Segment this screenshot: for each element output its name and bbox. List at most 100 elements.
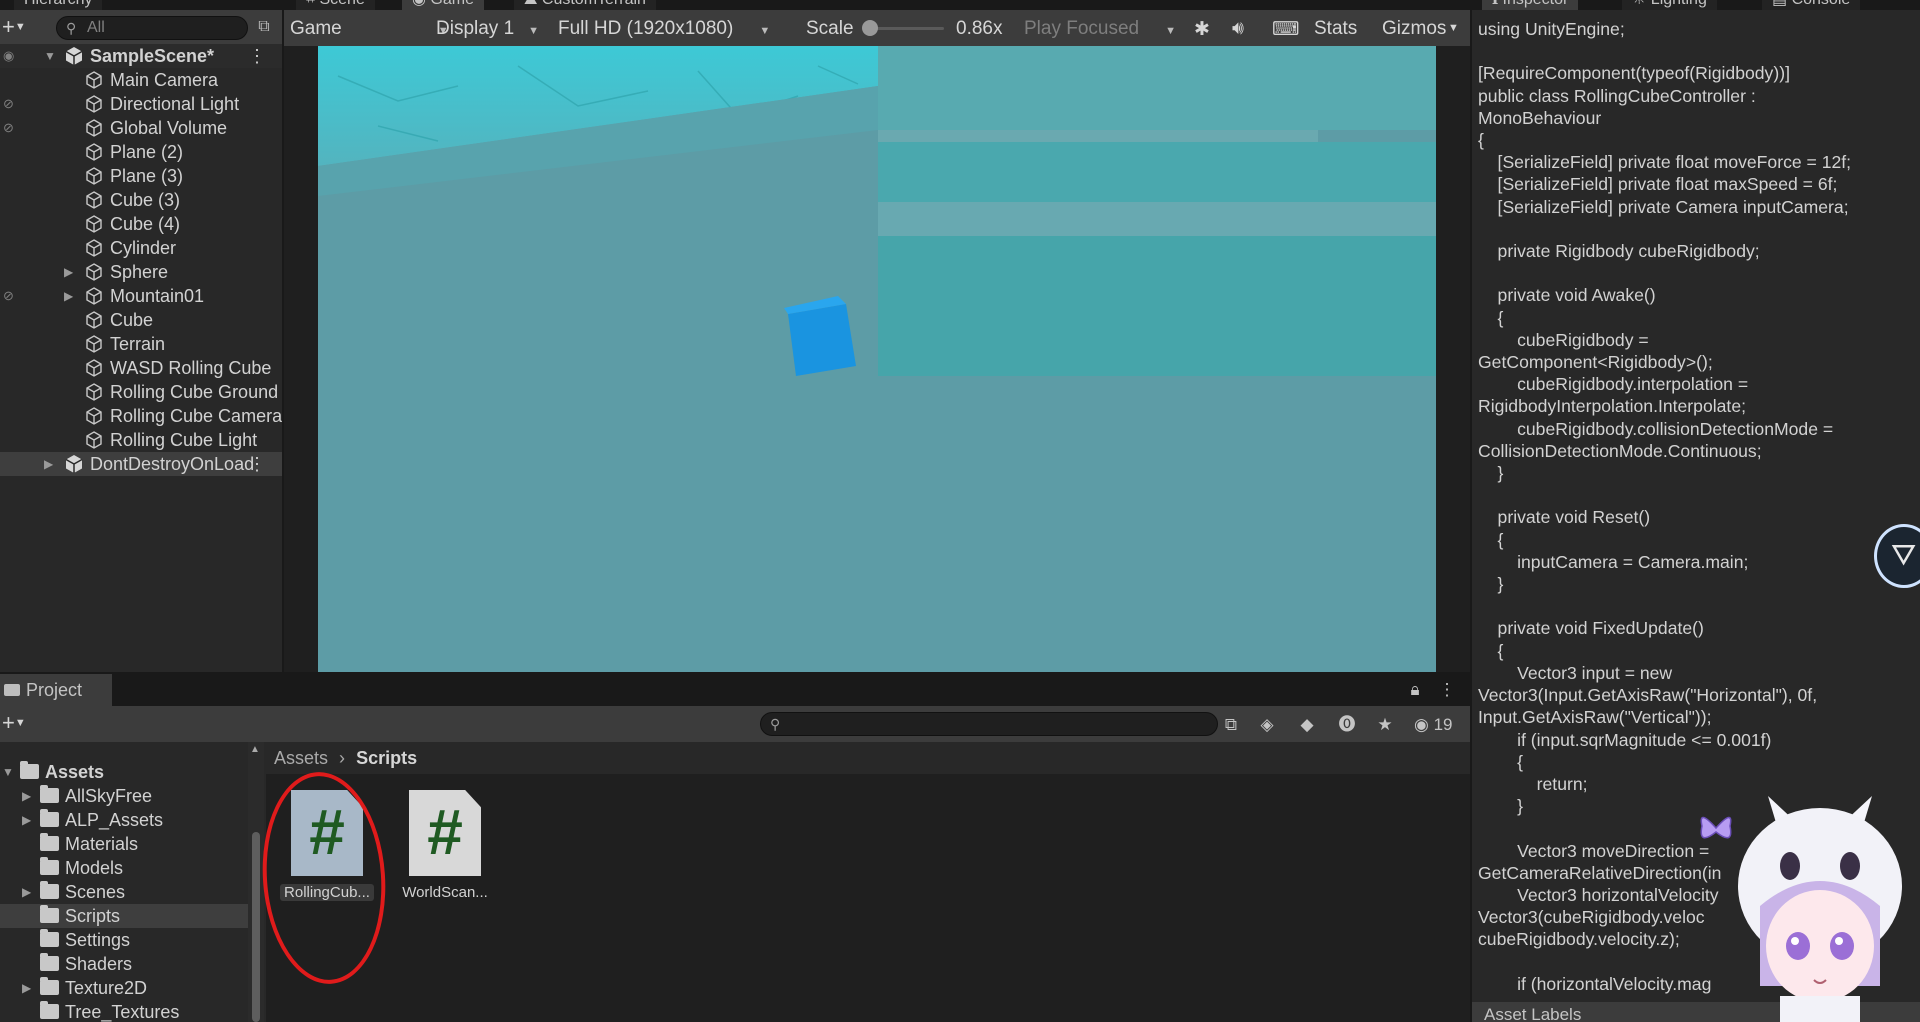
lock-icon[interactable]: 🔒︎ [1404,679,1426,701]
butterfly-decoration [1700,816,1732,839]
tab-scene[interactable]: ⌗ Scene [296,0,375,10]
breadcrumb-scripts[interactable]: Scripts [356,748,417,768]
expand-arrow-icon[interactable]: ▶ [64,260,73,284]
panel-menu-icon[interactable]: ⋮ [1436,679,1458,701]
filter-by-type-icon[interactable]: ◈ [1256,714,1278,736]
folder-icon [40,833,59,851]
hierarchy-search-input[interactable]: ⚲ All [56,16,248,40]
hidden-packages-count[interactable]: ◉ 19 [1414,714,1464,736]
tab-customterrain[interactable]: ⛰ CustomTerrain [514,0,656,10]
dontdestroy-scene-row[interactable]: ▶ DontDestroyOnLoad ⋮ [0,452,282,476]
hierarchy-item[interactable]: Rolling Cube Ground [0,380,282,404]
folder-item[interactable]: Materials [0,832,248,856]
create-asset-button[interactable]: +▼ [2,712,38,734]
folder-item[interactable]: ▶ ALP_Assets [0,808,248,832]
project-asset-grid: Assets › Scripts # RollingCub... # World… [266,742,1470,1022]
expand-arrow-icon[interactable]: ▶ [22,808,31,832]
favorites-star-icon[interactable]: ★ [1374,714,1396,736]
project-search-input[interactable]: ⚲ [760,712,1218,736]
tab-inspector[interactable]: ℹ Inspector [1482,0,1579,10]
tab-lighting[interactable]: ☀ Lighting [1622,0,1717,10]
scene-row[interactable]: ◉ ▼ SampleScene* ⋮ [0,44,282,68]
visibility-icon[interactable]: ◉ [3,44,14,68]
hidden-eye-icon[interactable]: ⊘ [3,116,14,140]
scroll-up-arrow-icon[interactable]: ▲ [250,744,260,755]
mute-audio-icon[interactable]: 🔊︎ [1232,18,1244,40]
keyboard-icon[interactable]: ⌨ [1272,18,1299,41]
hierarchy-item[interactable]: Cube (3) [0,188,282,212]
display-dropdown[interactable]: Display 1 ▼ [436,18,539,40]
gameobject-icon [86,359,102,377]
hierarchy-item[interactable]: ⊘ Global Volume [0,116,282,140]
stats-button[interactable]: Stats [1314,18,1357,40]
gameobject-icon [86,167,102,185]
breadcrumb-assets[interactable]: Assets [274,748,328,768]
inspector-tabbar: ℹ Inspector ☀ Lighting ▤ Console [1472,0,1920,10]
game-toolbar: Game ▼ Display 1 ▼ Full HD (1920x1080) ▼ Sc… [284,10,1470,46]
folder-item[interactable]: Tree_Textures [0,1000,248,1022]
tab-game[interactable]: ◉ Game [402,0,484,10]
hierarchy-item[interactable]: Rolling Cube Light [0,428,282,452]
gizmos-dropdown-icon[interactable]: ▼ [1448,22,1459,34]
resolution-dropdown[interactable]: Full HD (1920x1080) ▼ [558,18,770,40]
scrollbar-thumb[interactable] [252,832,260,1022]
hidden-eye-icon[interactable]: ⊘ [3,284,14,308]
scale-slider-handle[interactable] [861,20,878,36]
hierarchy-item[interactable]: Terrain [0,332,282,356]
tab-project[interactable]: Project [0,674,112,706]
game-panel: ⌗ Scene ◉ Game ⛰ CustomTerrain Game▼ Dis… [284,0,1470,672]
hierarchy-item[interactable]: WASD Rolling Cube [0,356,282,380]
expand-arrow-icon[interactable]: ▶ [22,784,31,808]
tab-hierarchy[interactable]: Hierarchy [14,0,103,10]
hierarchy-item[interactable]: Plane (3) [0,164,282,188]
folder-icon [40,977,59,995]
gameobject-icon [86,191,102,209]
hierarchy-item[interactable]: ▶ Sphere [0,260,282,284]
hierarchy-item[interactable]: ⊘ Directional Light [0,92,282,116]
code-line: } [1478,463,1504,484]
folder-tree-scrollbar[interactable]: ▲ [248,742,264,1022]
collapse-arrow-icon[interactable]: ▼ [44,44,56,68]
folder-item[interactable]: ▼ Assets [0,760,248,784]
script-asset-worldscan[interactable]: # WorldScan... [390,790,500,901]
folder-item[interactable]: Shaders [0,952,248,976]
hierarchy-item[interactable]: Cylinder [0,236,282,260]
folder-item-selected[interactable]: Scripts [0,904,248,928]
expand-arrow-icon[interactable]: ▶ [22,880,31,904]
expand-arrow-icon[interactable]: ▶ [22,976,31,1000]
expand-arrow-icon[interactable]: ▶ [64,284,73,308]
hierarchy-item[interactable]: Rolling Cube Camera [0,404,282,428]
hierarchy-item[interactable]: Plane (2) [0,140,282,164]
folder-item[interactable]: Settings [0,928,248,952]
bug-icon[interactable]: ✱ [1194,18,1210,41]
rolling-cube [784,296,856,376]
play-focused-dropdown[interactable]: Play Focused ▼ [1024,18,1176,40]
search-by-type-icon[interactable]: ⧉ [252,16,276,38]
game-viewport[interactable] [318,46,1436,672]
csharp-script-icon: # [409,790,481,876]
hierarchy-toolbar: +▼ ⚲ All ⧉ [0,10,282,46]
folder-item[interactable]: ▶ Scenes [0,880,248,904]
folder-item[interactable]: ▶ AllSkyFree [0,784,248,808]
hierarchy-item[interactable]: Cube [0,308,282,332]
folder-item[interactable]: ▶ Texture2D [0,976,248,1000]
collapse-arrow-icon[interactable]: ▼ [2,760,14,784]
folder-item[interactable]: Models [0,856,248,880]
scene-options-icon[interactable]: ⋮ [248,452,266,476]
hierarchy-item[interactable]: Main Camera [0,68,282,92]
game-mode-dropdown[interactable]: Game ▼ [290,18,449,40]
search-mode-icon[interactable]: ⧉ [1220,714,1242,736]
filter-by-label-icon[interactable]: ◆ [1296,714,1318,736]
gizmos-button[interactable]: Gizmos [1382,18,1446,40]
project-toolbar: +▼ ⚲ ⧉ ◈ ◆ ⓿ ★ ◉ 19 [0,706,1470,742]
folder-icon [40,953,59,971]
hidden-eye-icon[interactable]: ⊘ [3,92,14,116]
code-line: if (input.sqrMagnitude <= 0.001f) [1478,729,1772,750]
hierarchy-item[interactable]: ⊘ ▶ Mountain01 [0,284,282,308]
expand-arrow-icon[interactable]: ▶ [44,452,53,476]
create-button[interactable]: +▼ [2,16,38,38]
tab-console[interactable]: ▤ Console [1762,0,1861,10]
scene-options-icon[interactable]: ⋮ [248,44,266,68]
log-icon[interactable]: ⓿ [1336,714,1358,736]
hierarchy-item[interactable]: Cube (4) [0,212,282,236]
